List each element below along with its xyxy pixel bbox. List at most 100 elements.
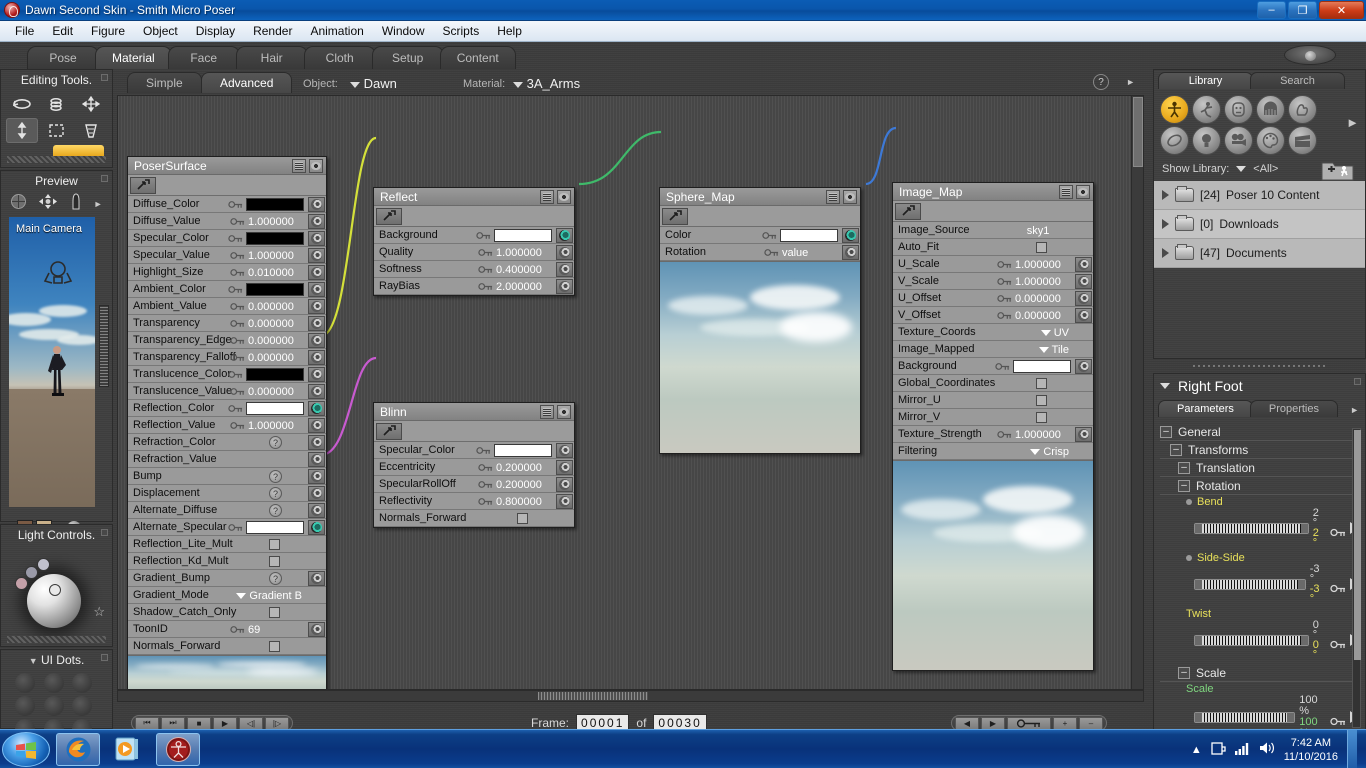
param-control[interactable]: 69 <box>230 621 304 638</box>
node-list-icon[interactable] <box>540 190 554 204</box>
firefox-icon[interactable] <box>56 732 100 766</box>
node-param-row[interactable]: Mirror_U <box>893 392 1093 409</box>
object-selector[interactable]: Dawn <box>350 76 397 91</box>
node-param-row[interactable]: Image_Mapped Tile <box>893 341 1093 358</box>
param-control[interactable] <box>228 519 304 536</box>
rotate-icon[interactable] <box>6 91 38 116</box>
translate-move-icon[interactable] <box>75 91 107 116</box>
param-value[interactable]: 1.000000 <box>248 216 304 228</box>
panel-splitter-grip[interactable] <box>1193 362 1326 370</box>
clock[interactable]: 7:42 AM 11/10/2016 <box>1284 736 1338 764</box>
step-back-button[interactable]: ◁| <box>239 716 263 730</box>
param-output-plug[interactable] <box>308 299 325 314</box>
param-checkbox[interactable] <box>517 513 528 524</box>
light-handle-4[interactable] <box>15 577 28 590</box>
menu-display[interactable]: Display <box>187 22 244 40</box>
param-output-plug[interactable] <box>1075 291 1092 306</box>
node-param-row[interactable]: Displacement? <box>128 485 326 502</box>
node-preview-icon[interactable] <box>557 405 571 419</box>
matbar-more-chevron-icon[interactable]: ► <box>1126 77 1135 87</box>
twist-icon[interactable] <box>40 91 72 116</box>
material-node-blinn[interactable]: Blinn Specular_Color Eccentricity 0.200000 S… <box>373 402 575 528</box>
param-control[interactable]: 0.200000 <box>478 459 552 476</box>
dial-slider[interactable] <box>1194 711 1296 723</box>
node-input-strip[interactable] <box>660 206 860 227</box>
ui-dot[interactable] <box>72 673 93 693</box>
node-param-row[interactable]: Eccentricity 0.200000 <box>374 459 574 476</box>
node-param-row[interactable]: Global_Coordinates <box>893 375 1093 392</box>
parameters-scrollbar[interactable] <box>1352 428 1361 728</box>
hair-icon[interactable] <box>1256 95 1285 124</box>
scale-icon[interactable] <box>40 118 72 143</box>
node-param-row[interactable]: Softness 0.400000 <box>374 261 574 278</box>
uidots-collapse-dot[interactable] <box>101 654 108 661</box>
node-input-strip[interactable] <box>374 421 574 442</box>
param-control[interactable] <box>269 553 304 570</box>
param-output-plug[interactable] <box>308 231 325 246</box>
param-control[interactable] <box>269 536 304 553</box>
param-value[interactable]: 0.200000 <box>496 462 552 474</box>
param-color-swatch[interactable] <box>494 229 552 242</box>
param-output-plug[interactable] <box>556 228 573 243</box>
key-icon[interactable] <box>1330 713 1346 725</box>
param-value[interactable]: 0.010000 <box>248 267 304 279</box>
node-param-row[interactable]: Refraction_Color? <box>128 434 326 451</box>
node-param-row[interactable]: Image_Source sky1 <box>893 222 1093 239</box>
param-control[interactable]: 0.000000 <box>230 383 304 400</box>
tab-library[interactable]: Library <box>1158 72 1253 89</box>
param-control[interactable]: 1.000000 <box>230 417 304 434</box>
param-control[interactable]: 0.000000 <box>997 290 1071 307</box>
param-value[interactable]: 0.400000 <box>496 264 552 276</box>
param-output-plug[interactable] <box>556 279 573 294</box>
node-connect-icon[interactable] <box>130 176 156 194</box>
param-output-plug[interactable] <box>308 197 325 212</box>
node-param-row[interactable]: Reflection_Color <box>128 400 326 417</box>
node-list-icon[interactable] <box>540 405 554 419</box>
node-connect-icon[interactable] <box>376 207 402 225</box>
param-output-plug[interactable] <box>1075 359 1092 374</box>
param-control[interactable]: ? <box>269 485 304 502</box>
dial-bend[interactable]: Bend 2 ° 2 ° <box>1160 496 1359 549</box>
param-selected-option[interactable]: Tile <box>1052 344 1069 356</box>
action-center-icon[interactable] <box>1211 741 1226 759</box>
param-control[interactable]: 0.000000 <box>230 349 304 366</box>
node-param-row[interactable]: Background <box>374 227 574 244</box>
param-output-plug[interactable] <box>308 486 325 501</box>
param-output-plug[interactable] <box>308 571 325 586</box>
param-value[interactable]: 1.000000 <box>1015 276 1071 288</box>
minimize-button[interactable]: – <box>1257 1 1286 19</box>
expand-triangle-icon[interactable] <box>1162 248 1169 258</box>
param-control[interactable] <box>228 366 304 383</box>
param-selected-option[interactable]: Crisp <box>1043 446 1069 458</box>
param-control[interactable] <box>1036 239 1071 256</box>
param-value[interactable]: 1.000000 <box>248 250 304 262</box>
material-selector[interactable]: 3A_Arms <box>513 76 580 91</box>
material-node-canvas[interactable]: PoserSurface Diffuse_Color Diffuse_Value 1.… <box>117 95 1144 690</box>
param-output-plug[interactable] <box>1075 308 1092 323</box>
node-param-row[interactable]: U_Offset 0.000000 <box>893 290 1093 307</box>
param-control[interactable]: 0.000000 <box>997 307 1071 324</box>
param-output-plug[interactable] <box>308 469 325 484</box>
param-color-swatch[interactable] <box>246 198 304 211</box>
camera-pan-icon[interactable] <box>38 193 58 215</box>
room-tab-hair[interactable]: Hair <box>235 46 308 69</box>
node-param-row[interactable]: Diffuse_Color <box>128 196 326 213</box>
expand-triangle-icon[interactable] <box>1162 219 1169 229</box>
menu-scripts[interactable]: Scripts <box>434 22 489 40</box>
node-param-row[interactable]: V_Offset 0.000000 <box>893 307 1093 324</box>
param-checkbox[interactable] <box>269 556 280 567</box>
node-param-row[interactable]: Specular_Color <box>128 230 326 247</box>
param-control[interactable]: 0.000000 <box>230 315 304 332</box>
collapse-box-icon[interactable]: – <box>1178 480 1190 492</box>
node-param-row[interactable]: Normals_Forward <box>128 638 326 655</box>
dial-slider[interactable] <box>1194 522 1309 534</box>
param-color-swatch[interactable] <box>246 521 304 534</box>
preview-viewport[interactable]: Main Camera <box>5 217 109 517</box>
menu-figure[interactable]: Figure <box>82 22 134 40</box>
param-value[interactable]: 1.000000 <box>1015 429 1071 441</box>
param-output-plug[interactable] <box>308 248 325 263</box>
prev-keyframe-button[interactable]: ◀ <box>955 716 979 730</box>
node-connect-icon[interactable] <box>662 207 688 225</box>
param-output-plug[interactable] <box>308 622 325 637</box>
volume-icon[interactable] <box>1259 741 1275 758</box>
